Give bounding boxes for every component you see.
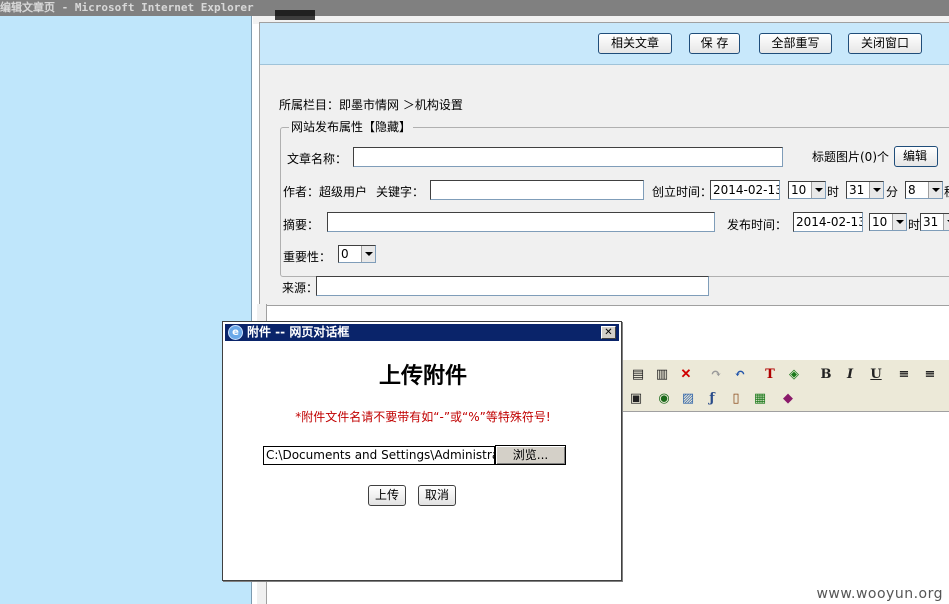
ie-icon: e <box>228 325 243 340</box>
form-toolbar: 相关文章 保 存 全部重写 关闭窗口 <box>260 23 949 65</box>
browse-button[interactable]: 浏览... <box>495 445 566 465</box>
source-input[interactable] <box>316 276 709 296</box>
dropdown-arrow-icon <box>811 182 825 198</box>
reset-all-button[interactable]: 全部重写 <box>759 33 832 54</box>
title-image-count: 标题图片(0)个 <box>812 150 889 164</box>
edit-title-image-button[interactable]: 编辑 <box>894 146 938 167</box>
indent-icon[interactable]: ≡ <box>921 366 939 384</box>
paste-icon[interactable]: ▤ <box>629 366 647 384</box>
article-name-input[interactable] <box>353 147 783 167</box>
upload-attachment-dialog: e 附件 -- 网页对话框 ✕ 上传附件 *附件文件名请不要带有如“-”或“%”… <box>222 321 622 581</box>
dropdown-arrow-icon <box>928 182 942 198</box>
close-window-button[interactable]: 关闭窗口 <box>848 33 922 54</box>
publish-minute-value: 31 <box>923 215 939 229</box>
created-hour-select[interactable]: 10 <box>788 181 826 199</box>
importance-select[interactable]: 0 <box>338 245 376 263</box>
bg-color-icon[interactable]: ◈ <box>785 366 803 384</box>
hour-unit: 时 <box>827 185 840 199</box>
breadcrumb: 所属栏目：即墨市情网 ＞机构设置 <box>279 98 463 112</box>
publish-hour-value: 10 <box>872 215 888 229</box>
dropdown-arrow-icon <box>869 182 883 198</box>
article-name-label: 文章名称： <box>287 152 348 166</box>
link-icon[interactable]: ◉ <box>655 390 673 408</box>
minute-unit: 分 <box>886 185 899 199</box>
dropdown-arrow-icon <box>892 214 906 230</box>
publish-time-label: 发布时间： <box>727 218 788 232</box>
publish-date-input[interactable]: 2014-02-13 <box>793 212 863 232</box>
dialog-title: 附件 -- 网页对话框 <box>247 325 350 339</box>
title-fragment <box>275 10 315 20</box>
created-time-label: 创立时间： <box>652 185 713 199</box>
dialog-heading: 上传附件 <box>378 363 467 389</box>
second-unit: 秒 <box>944 184 949 200</box>
save-button[interactable]: 保 存 <box>689 33 740 54</box>
outdent-icon[interactable]: ≡ <box>895 366 913 384</box>
watermark: www.wooyun.org <box>816 586 943 602</box>
media-icon[interactable]: ▯ <box>727 390 745 408</box>
text-color-icon[interactable]: T <box>761 366 779 384</box>
left-frame <box>0 16 252 604</box>
importance-label: 重要性： <box>283 250 332 264</box>
window-title: 编辑文章页 - Microsoft Internet Explorer <box>0 1 254 14</box>
window-title-bar: 编辑文章页 - Microsoft Internet Explorer <box>0 0 949 16</box>
filename-warning: *附件文件名请不要带有如“-”或“%”等特殊符号! <box>295 410 551 424</box>
editor-content-area[interactable] <box>621 412 949 604</box>
created-date-input[interactable]: 2014-02-13 <box>710 180 780 200</box>
article-form-panel: 相关文章 保 存 全部重写 关闭窗口 所属栏目：即墨市情网 ＞机构设置 网站发布… <box>259 22 949 306</box>
close-icon[interactable]: ✕ <box>601 326 616 339</box>
source-label: 来源： <box>282 281 319 295</box>
italic-icon[interactable]: I <box>841 366 859 384</box>
underline-icon[interactable]: U <box>867 366 885 384</box>
special-icon[interactable]: ▦ <box>751 390 769 408</box>
flash-icon[interactable]: ƒ <box>703 390 721 408</box>
undo-icon[interactable]: ↶ <box>731 366 749 384</box>
keyword-input[interactable] <box>430 180 644 200</box>
dropdown-arrow-icon <box>361 246 375 262</box>
book-icon[interactable]: ◆ <box>779 390 797 408</box>
publish-minute-select[interactable]: 31 <box>920 213 949 231</box>
file-path-input[interactable]: C:\Documents and Settings\Administrator <box>263 446 495 465</box>
save-icon[interactable]: ▣ <box>627 390 645 408</box>
paste-text-icon[interactable]: ▥ <box>653 366 671 384</box>
dialog-title-bar: e 附件 -- 网页对话框 ✕ <box>225 324 619 341</box>
summary-label: 摘要： <box>283 218 320 232</box>
publish-hour-unit: 时 <box>908 218 921 232</box>
fieldset-legend: 网站发布属性【隐藏】 <box>289 120 414 134</box>
redo-icon[interactable]: ↷ <box>707 366 725 384</box>
created-hour-value: 10 <box>791 183 807 197</box>
editor-toolbar: ▤ ▥ ✕ ↷ ↶ T ◈ B I U ≡ ≡ ▣ ◉ ▨ ƒ ▯ ▦ ◆ <box>621 360 949 412</box>
keyword-label: 关键字： <box>376 185 425 199</box>
author-label: 作者：超级用户 <box>283 185 368 199</box>
delete-icon[interactable]: ✕ <box>677 366 695 384</box>
related-articles-button[interactable]: 相关文章 <box>598 33 672 54</box>
created-second-value: 8 <box>908 183 916 197</box>
summary-input[interactable] <box>327 212 715 232</box>
dropdown-arrow-icon <box>943 214 949 230</box>
created-minute-select[interactable]: 31 <box>846 181 884 199</box>
publish-hour-select[interactable]: 10 <box>869 213 907 231</box>
cancel-button[interactable]: 取消 <box>418 485 457 506</box>
bold-icon[interactable]: B <box>817 366 835 384</box>
created-second-select[interactable]: 8 <box>905 181 943 199</box>
image-icon[interactable]: ▨ <box>679 390 697 408</box>
importance-value: 0 <box>341 247 349 261</box>
created-minute-value: 31 <box>849 183 865 197</box>
upload-button[interactable]: 上传 <box>368 485 407 506</box>
